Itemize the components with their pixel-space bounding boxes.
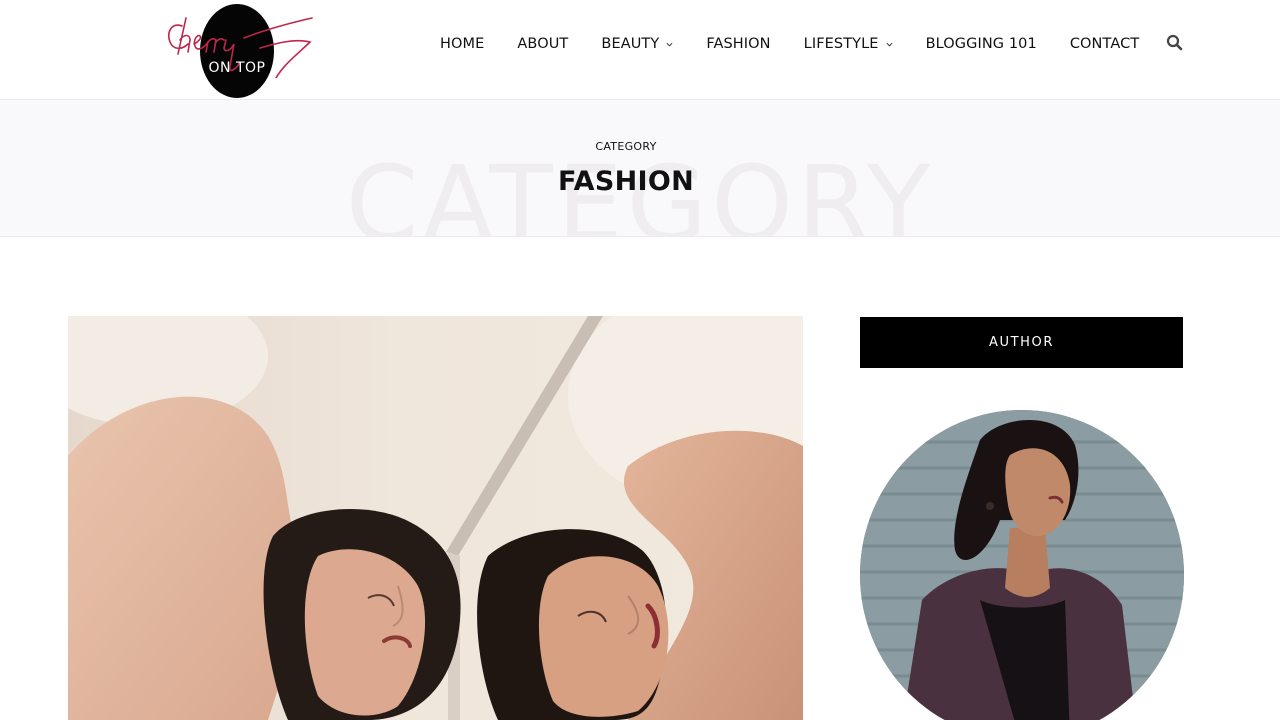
- nav-item-beauty[interactable]: BEAUTY: [601, 36, 673, 52]
- nav-item-label: BLOGGING 101: [925, 36, 1037, 52]
- nav-item-label: ABOUT: [517, 36, 569, 52]
- site-logo[interactable]: ON TOP: [164, 2, 316, 100]
- chevron-down-icon: [886, 42, 893, 47]
- nav-item-fashion[interactable]: FASHION: [706, 36, 770, 52]
- author-photo[interactable]: [860, 410, 1184, 720]
- nav-item-label: HOME: [440, 36, 485, 52]
- featured-image-illustration: [68, 316, 803, 720]
- nav-item-blogging-101[interactable]: BLOGGING 101: [926, 36, 1037, 52]
- nav-item-label: FASHION: [706, 36, 771, 52]
- nav-item-label: LIFESTYLE: [803, 36, 879, 52]
- author-widget-heading: AUTHOR: [860, 317, 1183, 368]
- logo-sub-text: ON TOP: [208, 60, 266, 76]
- page-title: FASHION: [558, 166, 694, 197]
- nav-item-label: CONTACT: [1069, 36, 1140, 52]
- nav-item-lifestyle[interactable]: LIFESTYLE: [804, 36, 893, 52]
- search-icon[interactable]: [1166, 34, 1183, 51]
- category-banner: CATEGORY CATEGORY FASHION: [0, 100, 1280, 237]
- nav-item-contact[interactable]: CONTACT: [1070, 36, 1139, 52]
- nav-item-home[interactable]: HOME: [440, 36, 484, 52]
- nav-item-about[interactable]: ABOUT: [517, 36, 568, 52]
- featured-post-image[interactable]: [68, 316, 803, 720]
- main-nav: HOME ABOUT BEAUTY FASHION LIFESTYLE BLOG…: [440, 32, 1172, 56]
- chevron-down-icon: [666, 42, 673, 47]
- category-kicker: CATEGORY: [595, 140, 657, 153]
- nav-item-label: BEAUTY: [601, 36, 660, 52]
- author-photo-illustration: [860, 410, 1184, 720]
- site-header: ON TOP HOME ABOUT BEAUTY FASHION LIFESTY…: [0, 0, 1280, 100]
